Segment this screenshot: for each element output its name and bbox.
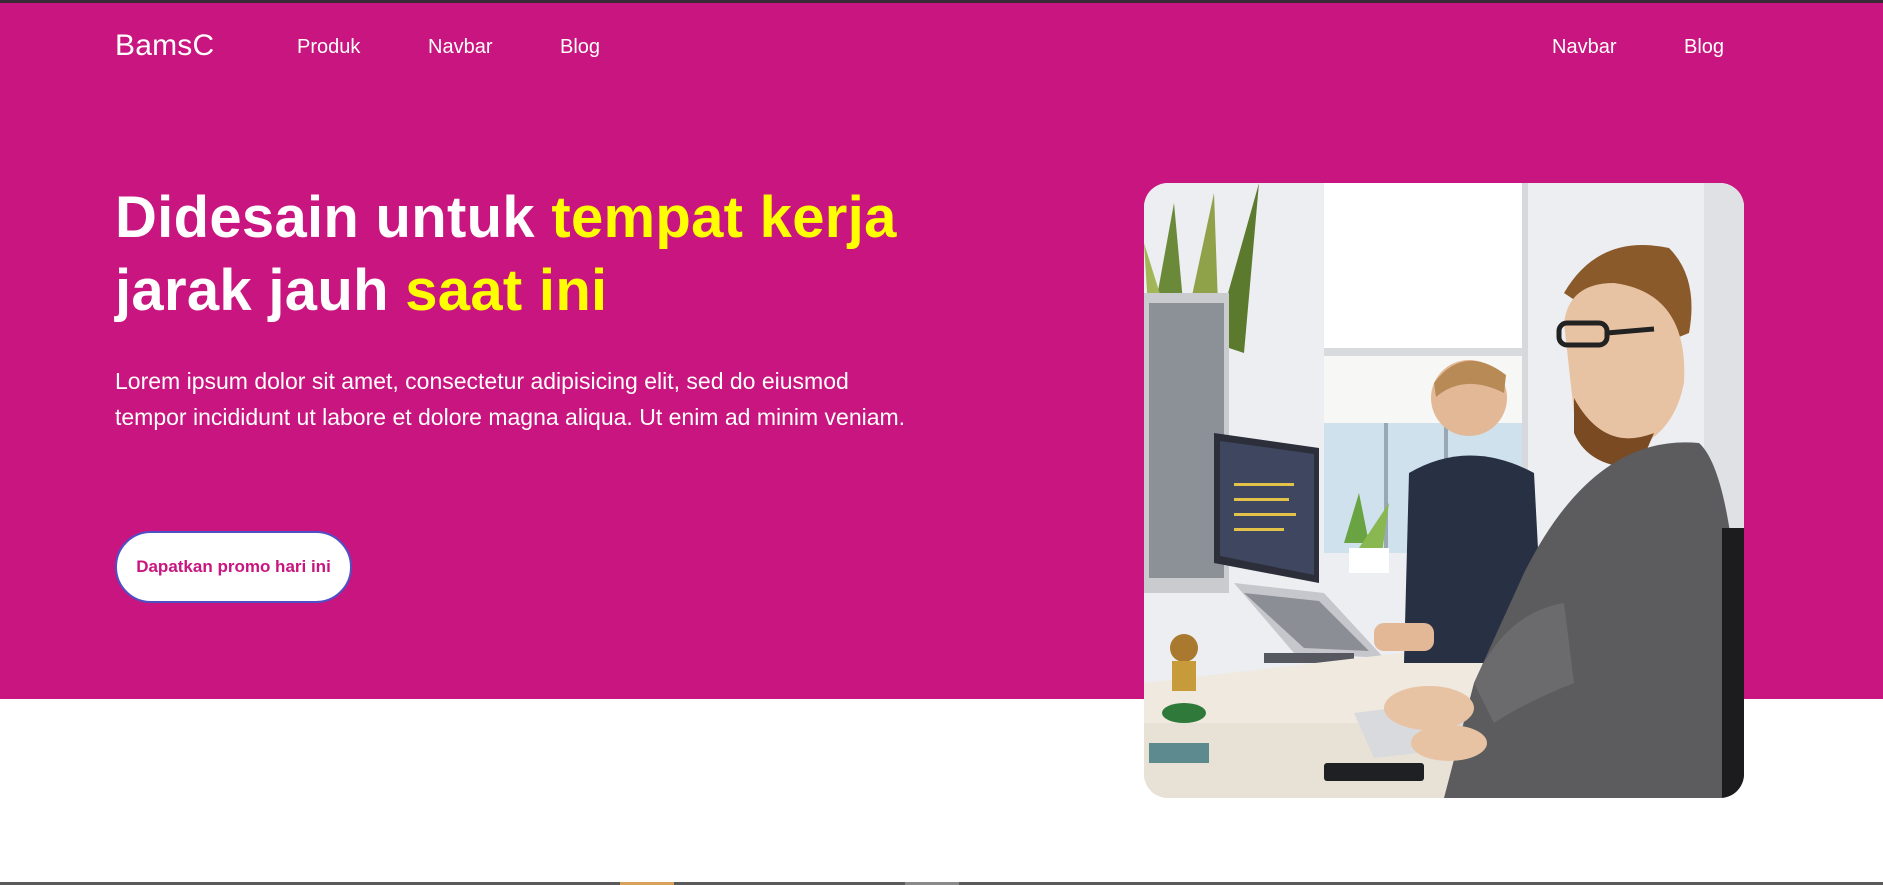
hero-headline: Didesain untuk tempat kerja jarak jauh s…	[115, 181, 1015, 327]
nav-link-navbar-right[interactable]: Navbar	[1552, 36, 1616, 59]
headline-line2-highlight: saat ini	[405, 258, 608, 323]
nav-link-blog[interactable]: Blog	[560, 36, 600, 59]
brand-logo[interactable]: BamsC	[115, 29, 214, 63]
hero-image	[1144, 183, 1744, 798]
headline-line1-highlight: tempat kerja	[551, 185, 897, 250]
promo-cta-button[interactable]: Dapatkan promo hari ini	[115, 531, 352, 603]
hero-lead-text: Lorem ipsum dolor sit amet, consectetur …	[115, 368, 906, 430]
nav-link-blog-right[interactable]: Blog	[1684, 36, 1724, 59]
navbar: BamsC Produk Navbar Blog Navbar Blog	[0, 3, 1883, 87]
office-workers-photo	[1144, 183, 1744, 798]
headline-line1-white: Didesain untuk	[115, 185, 552, 250]
nav-link-produk[interactable]: Produk	[297, 36, 360, 59]
nav-link-navbar[interactable]: Navbar	[428, 36, 492, 59]
headline-line2-white: jarak jauh	[115, 258, 406, 323]
